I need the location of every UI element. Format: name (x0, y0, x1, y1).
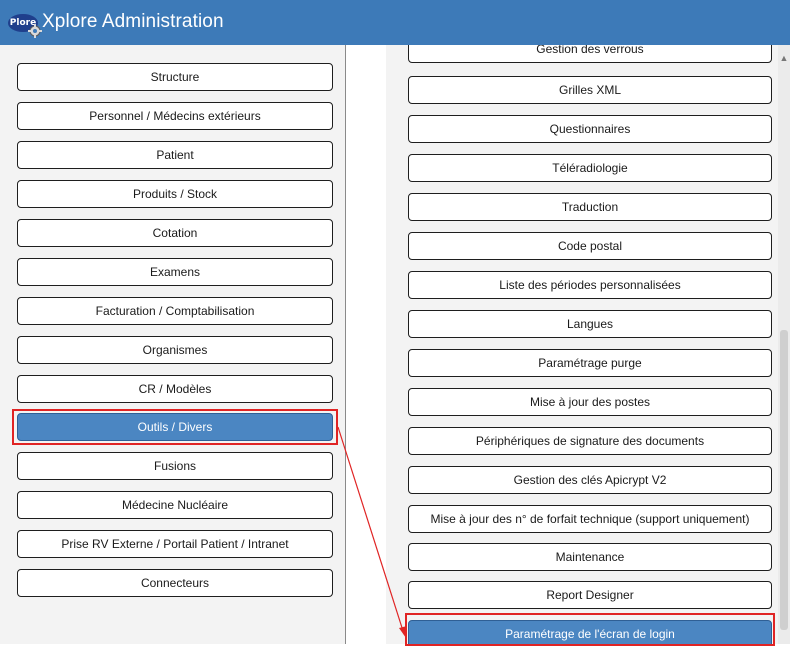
scroll-up-arrow-icon[interactable]: ▲ (779, 53, 789, 63)
gear-icon (28, 24, 42, 38)
tool-button-teleradiologie[interactable]: Téléradiologie (408, 154, 772, 182)
menu-button-outils-divers[interactable]: Outils / Divers (17, 413, 333, 441)
panel-gap (346, 45, 386, 644)
scrollbar[interactable]: ▲ (778, 45, 790, 644)
menu-button-cr-modeles[interactable]: CR / Modèles (17, 375, 333, 403)
tool-button-maintenance[interactable]: Maintenance (408, 543, 772, 571)
menu-button-patient[interactable]: Patient (17, 141, 333, 169)
menu-button-prise-rv-externe[interactable]: Prise RV Externe / Portail Patient / Int… (17, 530, 333, 558)
scrollbar-thumb[interactable] (780, 330, 788, 630)
menu-button-cotation[interactable]: Cotation (17, 219, 333, 247)
tool-button-langues[interactable]: Langues (408, 310, 772, 338)
menu-button-fusions[interactable]: Fusions (17, 452, 333, 480)
tool-button-parametrage-login[interactable]: Paramétrage de l'écran de login (408, 620, 772, 644)
menu-button-organismes[interactable]: Organismes (17, 336, 333, 364)
tool-button-gestion-verrous[interactable]: Gestion des verrous (408, 45, 772, 63)
menu-button-personnel[interactable]: Personnel / Médecins extérieurs (17, 102, 333, 130)
app-logo: Plore (8, 9, 42, 39)
menu-button-produits-stock[interactable]: Produits / Stock (17, 180, 333, 208)
menu-button-examens[interactable]: Examens (17, 258, 333, 286)
tool-button-parametrage-purge[interactable]: Paramétrage purge (408, 349, 772, 377)
tool-button-mise-a-jour-postes[interactable]: Mise à jour des postes (408, 388, 772, 416)
menu-button-facturation[interactable]: Facturation / Comptabilisation (17, 297, 333, 325)
tool-button-liste-periodes[interactable]: Liste des périodes personnalisées (408, 271, 772, 299)
menu-button-connecteurs[interactable]: Connecteurs (17, 569, 333, 597)
tool-button-code-postal[interactable]: Code postal (408, 232, 772, 260)
tool-button-report-designer[interactable]: Report Designer (408, 581, 772, 609)
menu-button-structure[interactable]: Structure (17, 63, 333, 91)
app-title: Xplore Administration (42, 11, 224, 32)
menu-button-medecine-nucleaire[interactable]: Médecine Nucléaire (17, 491, 333, 519)
tool-button-grilles-xml[interactable]: Grilles XML (408, 76, 772, 104)
tool-button-traduction[interactable]: Traduction (408, 193, 772, 221)
tool-button-peripheriques-signature[interactable]: Périphériques de signature des documents (408, 427, 772, 455)
tools-panel: Gestion des verrous Grilles XML Question… (386, 45, 790, 644)
tool-button-cles-apicrypt[interactable]: Gestion des clés Apicrypt V2 (408, 466, 772, 494)
title-bar: Plore Xplore Administration (0, 0, 790, 45)
category-panel: Structure Personnel / Médecins extérieur… (0, 45, 345, 644)
tool-button-forfait-technique[interactable]: Mise à jour des n° de forfait technique … (408, 505, 772, 533)
tool-button-questionnaires[interactable]: Questionnaires (408, 115, 772, 143)
